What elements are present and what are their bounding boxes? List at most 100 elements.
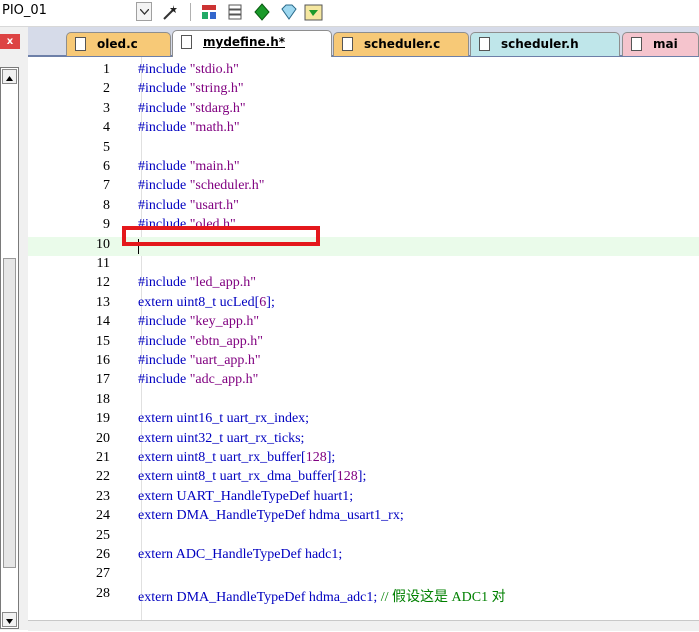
code-line[interactable]: 21 extern uint8_t uart_rx_buffer[128]; (28, 450, 699, 469)
line-number: 23 (96, 488, 110, 504)
code-token: #include (138, 62, 190, 77)
code-line[interactable]: 2 #include "string.h" (28, 81, 699, 100)
project-panel-scrollbar[interactable] (0, 67, 19, 629)
horizontal-scrollbar[interactable] (28, 620, 699, 631)
build-icon[interactable] (199, 2, 221, 22)
tab-main[interactable]: mai (622, 32, 699, 56)
target-dropdown[interactable] (136, 2, 152, 21)
code-token: #include (138, 372, 190, 388)
line-number: 26 (96, 547, 110, 562)
code-token: ]; (266, 294, 275, 310)
line-number: 11 (96, 256, 110, 271)
string-literal: "usart.h" (189, 197, 239, 213)
code-token: #include (138, 120, 190, 136)
string-literal: "adc_app.h" (189, 372, 259, 388)
code-token: #include (138, 81, 190, 97)
tab-oled-c[interactable]: oled.c (66, 32, 171, 56)
code-token: #include (138, 100, 190, 116)
code-text: #include "stdarg.h" (138, 101, 246, 117)
line-number: 21 (96, 450, 110, 465)
line-number: 10 (96, 236, 110, 252)
code-token: #include (138, 314, 190, 330)
code-text: extern uint8_t uart_rx_dma_buffer[128]; (138, 469, 366, 485)
line-number: 28 (96, 585, 110, 601)
code-token: #include (138, 159, 190, 174)
code-line[interactable]: 4 #include "math.h" (28, 120, 699, 139)
code-line[interactable]: 7 #include "scheduler.h" (28, 178, 699, 197)
code-line[interactable]: 17 #include "adc_app.h" (28, 372, 699, 391)
code-line[interactable]: 27 (28, 566, 699, 585)
tab-label: scheduler.h (501, 37, 579, 51)
number-literal: 128 (336, 469, 358, 485)
project-panel: x (0, 27, 29, 630)
code-line[interactable]: 24 extern DMA_HandleTypeDef hdma_usart1_r… (28, 508, 699, 527)
stack-icon[interactable] (225, 2, 247, 22)
line-number: 27 (96, 566, 110, 582)
code-line[interactable]: 18 (28, 392, 699, 411)
code-line[interactable]: 28 extern DMA_HandleTypeDef hdma_adc1; //… (28, 586, 699, 605)
diamond-icon[interactable] (278, 2, 300, 22)
string-literal: "math.h" (189, 120, 240, 136)
code-line[interactable]: 5 (28, 140, 699, 159)
code-text: #include "math.h" (138, 120, 240, 136)
tab-scheduler-h[interactable]: scheduler.h (470, 32, 620, 56)
code-editor[interactable]: 1 #include "stdio.h" 2 #include "string.h" 3… (28, 57, 699, 630)
code-token: extern ADC_HandleTypeDef hadc1; (138, 547, 343, 562)
code-token: extern uint16_t uart_rx_index; (138, 411, 310, 427)
line-number: 16 (96, 353, 110, 368)
code-text: #include "uart_app.h" (138, 353, 261, 369)
code-line[interactable]: 3 #include "stdarg.h" (28, 101, 699, 120)
file-icon (75, 37, 86, 51)
file-icon (631, 37, 642, 51)
code-line[interactable]: 12 #include "led_app.h" (28, 275, 699, 294)
code-line[interactable]: 11 (28, 256, 699, 275)
scrollbar-thumb[interactable] (3, 258, 16, 568)
highlight-annotation-box (122, 226, 320, 246)
string-literal: "main.h" (189, 159, 240, 174)
line-number: 1 (103, 62, 110, 77)
close-panel-button[interactable]: x (0, 34, 20, 49)
code-token: extern uint8_t ucLed[ (138, 294, 260, 310)
code-line[interactable]: 13 extern uint8_t ucLed[6]; (28, 295, 699, 314)
line-number: 20 (96, 430, 110, 446)
line-number: 22 (96, 469, 110, 485)
code-line[interactable]: 16 #include "uart_app.h" (28, 353, 699, 372)
code-line[interactable]: 14 #include "key_app.h" (28, 314, 699, 333)
code-text: #include "key_app.h" (138, 314, 259, 330)
line-number: 9 (103, 217, 110, 233)
tab-scheduler-c[interactable]: scheduler.c (333, 32, 469, 56)
code-text: #include "ebtn_app.h" (138, 334, 263, 350)
code-text: #include "string.h" (138, 81, 244, 97)
project-name: PIO_01 (2, 3, 47, 18)
file-icon (181, 35, 192, 49)
code-line[interactable]: 6 #include "main.h" (28, 159, 699, 178)
magic-wand-icon[interactable] (160, 2, 182, 22)
code-line[interactable]: 19 extern uint16_t uart_rx_index; (28, 411, 699, 430)
code-text: extern DMA_HandleTypeDef hdma_usart1_rx; (138, 508, 404, 524)
code-token: extern uint8_t uart_rx_buffer[ (138, 450, 306, 465)
tab-label: scheduler.c (364, 37, 441, 51)
code-text: #include "adc_app.h" (138, 372, 258, 388)
scroll-down-arrow-icon[interactable] (2, 612, 17, 627)
string-literal: "uart_app.h" (189, 353, 261, 368)
code-token: #include (138, 197, 190, 213)
string-literal: "stdio.h" (189, 62, 239, 77)
scroll-up-arrow-icon[interactable] (2, 69, 17, 84)
tab-mydefine-h[interactable]: mydefine.h* (172, 30, 332, 57)
code-line[interactable]: 15 #include "ebtn_app.h" (28, 334, 699, 353)
code-line[interactable]: 22 extern uint8_t uart_rx_dma_buffer[128]… (28, 469, 699, 488)
string-literal: "string.h" (189, 81, 244, 97)
code-line[interactable]: 23 extern UART_HandleTypeDef huart1; (28, 489, 699, 508)
line-number: 7 (103, 178, 110, 194)
code-line[interactable]: 20 extern uint32_t uart_rx_ticks; (28, 431, 699, 450)
download-icon[interactable] (303, 2, 325, 22)
code-token: extern uint8_t uart_rx_dma_buffer[ (138, 469, 337, 485)
code-line[interactable]: 1 #include "stdio.h" (28, 62, 699, 81)
code-line[interactable]: 8 #include "usart.h" (28, 198, 699, 217)
code-text: extern UART_HandleTypeDef huart1; (138, 489, 353, 505)
green-diamond-icon[interactable] (252, 2, 274, 22)
number-literal: 128 (305, 450, 327, 465)
code-text: #include "usart.h" (138, 198, 239, 214)
code-line[interactable]: 25 (28, 528, 699, 547)
code-line[interactable]: 26 extern ADC_HandleTypeDef hadc1; (28, 547, 699, 566)
